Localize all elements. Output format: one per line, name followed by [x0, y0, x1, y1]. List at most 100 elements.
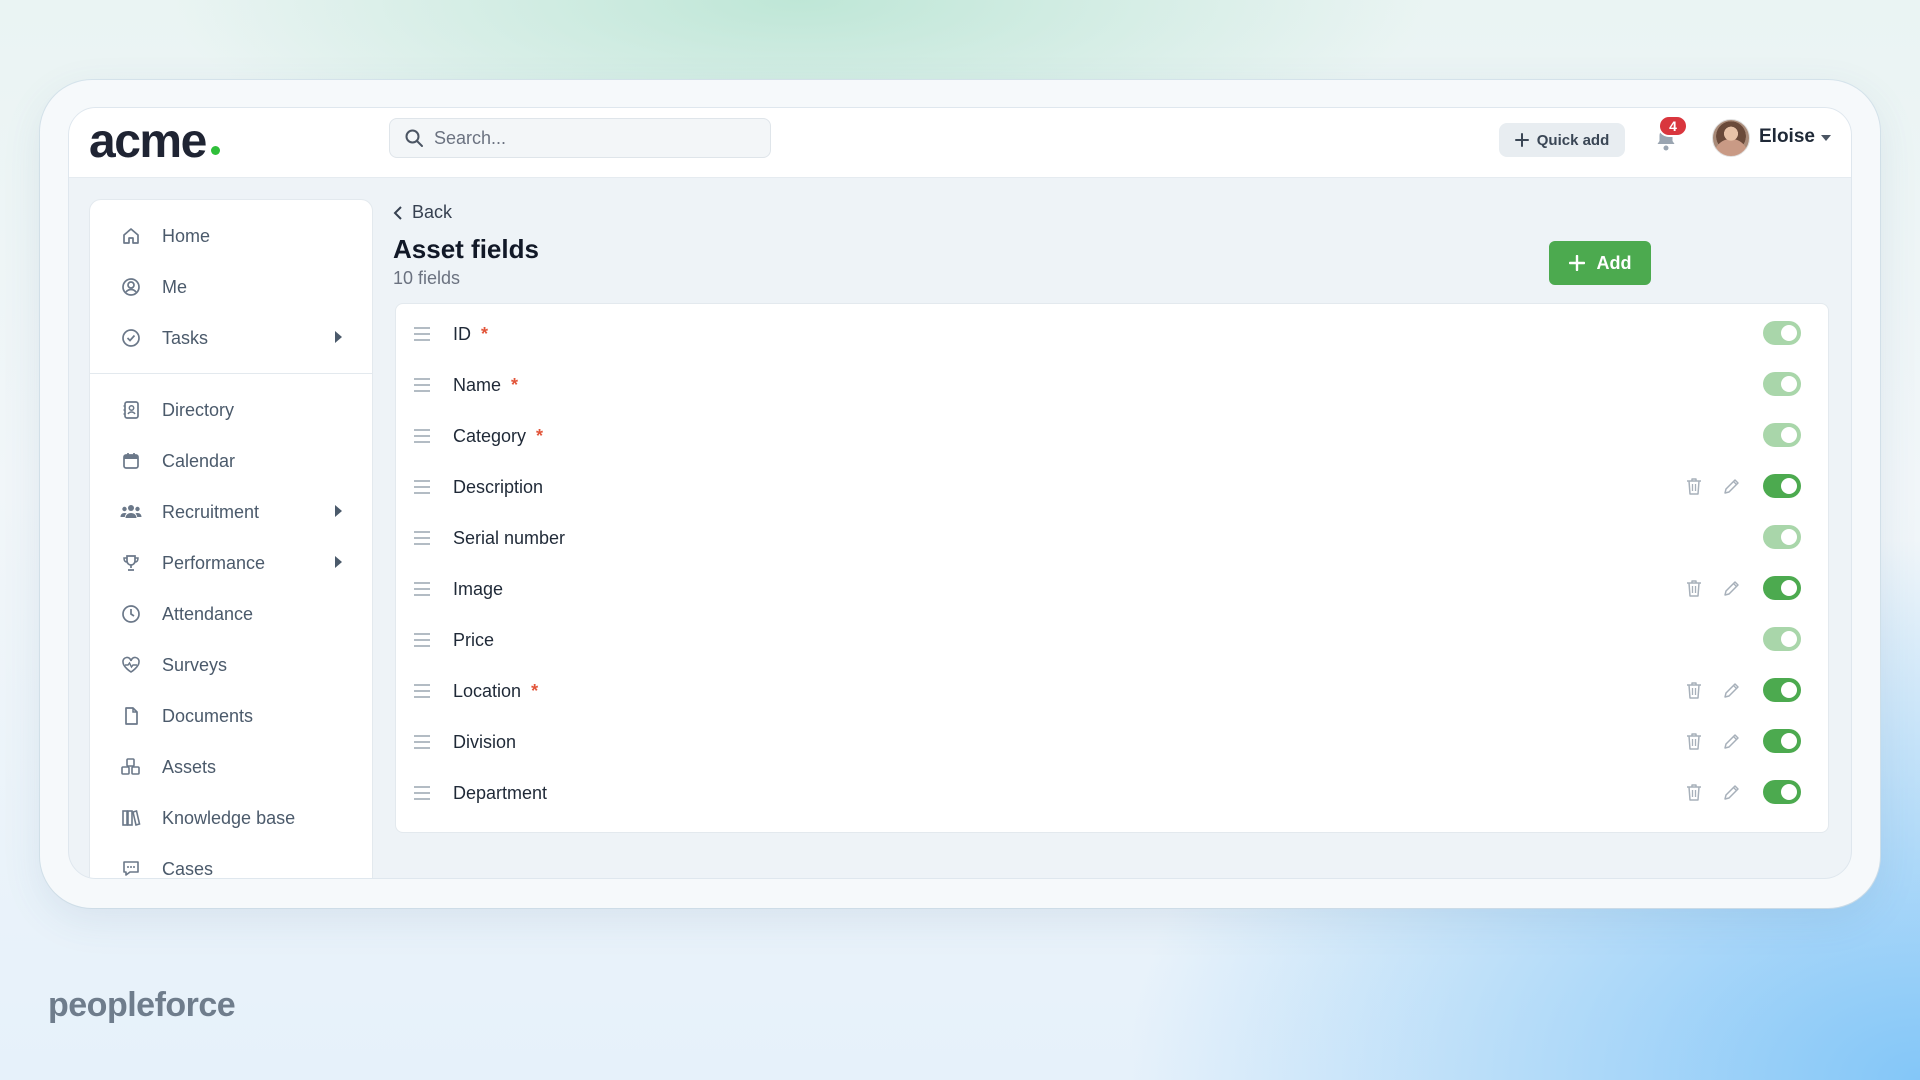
drag-handle-icon[interactable] [414, 327, 430, 341]
pencil-icon[interactable] [1723, 579, 1741, 597]
field-name-text: Image [453, 579, 504, 599]
sidebar-item-knowledge-base[interactable]: Knowledge base [90, 796, 372, 840]
field-toggle[interactable] [1763, 729, 1801, 753]
drag-handle-icon[interactable] [414, 480, 430, 494]
logo-dot-icon [211, 146, 220, 155]
drag-handle-icon[interactable] [414, 429, 430, 443]
required-mark: * [481, 324, 489, 344]
sidebar-item-surveys[interactable]: Surveys [90, 643, 372, 687]
drag-handle-icon[interactable] [414, 684, 430, 698]
document-icon [120, 705, 142, 727]
sidebar-item-home[interactable]: Home [90, 214, 372, 258]
sidebar-item-label: Performance [162, 552, 266, 573]
field-row: Division [396, 717, 1828, 768]
field-row: Category * [396, 411, 1828, 462]
people-icon [120, 501, 142, 523]
sidebar-item-calendar[interactable]: Calendar [90, 439, 372, 483]
trash-icon[interactable] [1686, 681, 1702, 699]
drag-handle-icon[interactable] [414, 735, 430, 749]
drag-handle-icon[interactable] [414, 378, 430, 392]
drag-handle-icon[interactable] [414, 531, 430, 545]
field-toggle[interactable] [1763, 423, 1801, 447]
pencil-icon[interactable] [1723, 783, 1741, 801]
field-name-text: Description [453, 477, 544, 497]
sidebar-item-label: Directory [162, 399, 235, 420]
pencil-icon[interactable] [1723, 732, 1741, 750]
field-name-text: ID [453, 324, 471, 344]
back-link[interactable]: Back [393, 202, 452, 223]
caret-down-icon[interactable] [1821, 135, 1831, 141]
field-toggle[interactable] [1763, 780, 1801, 804]
sidebar-item-performance[interactable]: Performance [90, 541, 372, 585]
avatar[interactable] [1712, 119, 1750, 157]
field-name-text: Division [453, 732, 517, 752]
field-row: Price [396, 615, 1828, 666]
trophy-icon [120, 552, 142, 574]
field-toggle[interactable] [1763, 372, 1801, 396]
sidebar-item-label: Surveys [162, 654, 228, 675]
sidebar-item-assets[interactable]: Assets [90, 745, 372, 789]
plus-icon [1514, 133, 1529, 147]
trash-icon[interactable] [1686, 783, 1702, 801]
trash-icon[interactable] [1686, 477, 1702, 495]
search-box[interactable] [389, 118, 771, 158]
quick-add-button[interactable]: Quick add [1499, 123, 1625, 157]
field-toggle[interactable] [1763, 627, 1801, 651]
sidebar-item-label: Documents [162, 705, 254, 726]
contact-book-icon [120, 399, 142, 421]
field-toggle[interactable] [1763, 525, 1801, 549]
toggle-knob [1781, 784, 1797, 800]
notification-badge: 4 [1658, 115, 1688, 137]
chevron-right-icon[interactable] [335, 556, 342, 568]
chat-icon [120, 858, 142, 878]
field-row: ID * [396, 309, 1828, 360]
sidebar-item-documents[interactable]: Documents [90, 694, 372, 738]
sidebar-item-cases[interactable]: Cases [90, 847, 372, 878]
top-bar: acme Quick add 4 Eloise [69, 108, 1851, 178]
check-circle-icon [120, 327, 142, 349]
sidebar-item-label: Knowledge base [162, 807, 296, 828]
acme-logo[interactable]: acme [89, 114, 207, 169]
sidebar-item-directory[interactable]: Directory [90, 388, 372, 432]
field-row: Description [396, 462, 1828, 513]
trash-icon[interactable] [1686, 579, 1702, 597]
field-name-text: Serial number [453, 528, 566, 548]
search-input[interactable] [434, 127, 754, 149]
heart-pulse-icon [120, 654, 142, 676]
chevron-left-icon [393, 205, 402, 220]
user-circle-icon [120, 276, 142, 298]
app-window: acme Quick add 4 Eloise [68, 107, 1852, 879]
sidebar-item-label: Assets [162, 756, 217, 777]
pencil-icon[interactable] [1723, 477, 1741, 495]
field-name-text: Category [453, 426, 527, 446]
field-toggle[interactable] [1763, 474, 1801, 498]
pencil-icon[interactable] [1723, 681, 1741, 699]
field-toggle[interactable] [1763, 576, 1801, 600]
fields-list: ID * Name * Category * Description Serial numbe… [395, 303, 1829, 833]
toggle-knob [1781, 478, 1797, 494]
field-row: Location * [396, 666, 1828, 717]
drag-handle-icon[interactable] [414, 633, 430, 647]
field-name: Category * [453, 426, 543, 447]
sidebar-item-recruitment[interactable]: Recruitment [90, 490, 372, 534]
sidebar-item-tasks[interactable]: Tasks [90, 316, 372, 360]
quick-add-label: Quick add [1536, 131, 1610, 149]
field-name: ID * [453, 324, 488, 345]
sidebar-item-label: Tasks [162, 327, 209, 348]
peopleforce-logo: peopleforce [48, 986, 236, 1024]
add-button[interactable]: Add [1549, 241, 1651, 285]
field-name: Division [453, 732, 516, 753]
trash-icon[interactable] [1686, 732, 1702, 750]
field-toggle[interactable] [1763, 678, 1801, 702]
drag-handle-icon[interactable] [414, 582, 430, 596]
sidebar-item-me[interactable]: Me [90, 265, 372, 309]
chevron-right-icon[interactable] [335, 331, 342, 343]
field-toggle[interactable] [1763, 321, 1801, 345]
drag-handle-icon[interactable] [414, 786, 430, 800]
user-name[interactable]: Eloise [1759, 126, 1815, 148]
required-mark: * [531, 681, 539, 701]
chevron-right-icon[interactable] [335, 505, 342, 517]
toggle-knob [1781, 733, 1797, 749]
sidebar-item-attendance[interactable]: Attendance [90, 592, 372, 636]
required-mark: * [511, 375, 519, 395]
